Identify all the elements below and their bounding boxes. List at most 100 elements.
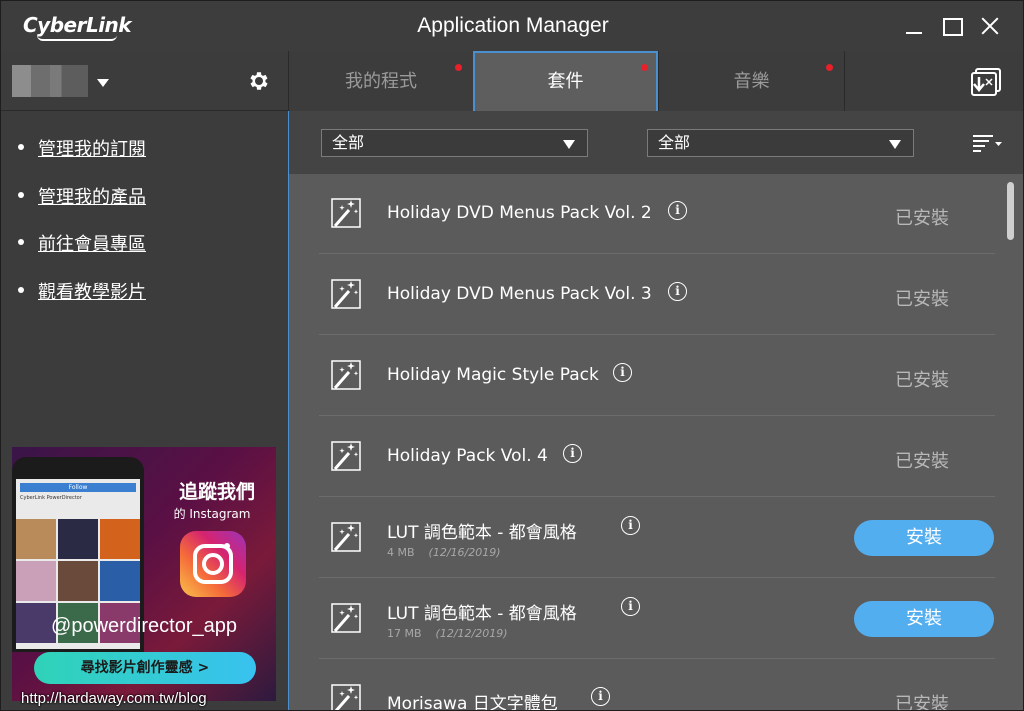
- tab-label: 音樂: [733, 71, 770, 92]
- promo-subheading: 的 Instagram: [173, 507, 251, 521]
- list-item[interactable]: Holiday DVD Menus Pack Vol. 3 i 已安裝: [319, 255, 995, 335]
- instagram-dot: [224, 543, 230, 549]
- blog-watermark: http://hardaway.com.tw/blog: [21, 690, 207, 707]
- info-icon[interactable]: i: [668, 282, 687, 301]
- magic-wand-icon: [331, 360, 361, 390]
- list-item[interactable]: Holiday DVD Menus Pack Vol. 2 i 已安裝: [319, 174, 995, 254]
- sidebar-link[interactable]: 前往會員專區: [38, 230, 146, 256]
- photo-thumb: [16, 561, 56, 601]
- vertical-scrollbar[interactable]: [1005, 174, 1017, 710]
- instagram-icon: [180, 531, 246, 597]
- info-icon[interactable]: i: [613, 363, 632, 382]
- photo-thumb: [100, 561, 140, 601]
- title-bar[interactable]: CyberLink Application Manager: [1, 1, 1023, 51]
- category-filter-select[interactable]: 全部: [321, 129, 588, 157]
- filter-bar: 全部 全部: [289, 111, 1023, 174]
- tab-packs[interactable]: 套件: [473, 51, 658, 111]
- tab-label: 我的程式: [345, 71, 417, 92]
- install-button[interactable]: 安裝: [854, 520, 994, 556]
- sidebar-menu: 管理我的訂閱 管理我的產品 前往會員專區 觀看教學影片: [18, 135, 146, 325]
- bullet-icon: [18, 191, 24, 198]
- info-icon[interactable]: i: [668, 201, 687, 220]
- sidebar-link[interactable]: 管理我的訂閱: [38, 135, 146, 161]
- promo-heading: 追蹤我們: [178, 481, 255, 503]
- installed-status: 已安裝: [895, 208, 949, 229]
- sidebar-link[interactable]: 觀看教學影片: [38, 278, 146, 304]
- chevron-down-icon: [889, 140, 901, 149]
- item-meta: 17 MB (12/12/2019): [387, 627, 508, 640]
- tab-bar: 我的程式 套件 音樂: [288, 51, 1023, 111]
- item-date: (12/12/2019): [435, 627, 508, 640]
- list-item[interactable]: LUT 調色範本 - 都會風格 i 17 MB (12/12/2019) 安裝: [319, 579, 995, 659]
- main-panel: 全部 全部 Holiday DVD Menus Pack Vol. 2 i 已安…: [288, 111, 1023, 711]
- bullet-icon: [18, 286, 24, 293]
- account-dropdown-icon[interactable]: [97, 79, 109, 87]
- installed-status: 已安裝: [895, 694, 949, 711]
- instagram-promo-banner[interactable]: Follow CyberLink PowerDirector 追蹤我們 的 In…: [12, 447, 276, 701]
- bullet-icon: [18, 239, 24, 245]
- item-name: LUT 調色範本 - 都會風格: [387, 523, 577, 543]
- notification-dot: [641, 64, 648, 71]
- sort-icon[interactable]: [971, 133, 1003, 155]
- magic-wand-icon: [331, 279, 361, 309]
- item-date: (12/16/2019): [428, 546, 501, 559]
- sidebar-item-manage-subscription[interactable]: 管理我的訂閱: [18, 135, 146, 183]
- window-title: Application Manager: [417, 14, 609, 37]
- installed-status: 已安裝: [895, 451, 949, 472]
- photo-thumb: [16, 519, 56, 559]
- sidebar-link[interactable]: 管理我的產品: [38, 183, 146, 209]
- item-name: LUT 調色範本 - 都會風格: [387, 604, 577, 624]
- gear-icon[interactable]: [247, 69, 271, 93]
- item-name: Morisawa 日文字體包: [387, 694, 558, 711]
- item-name: Holiday Pack Vol. 4: [387, 446, 548, 466]
- sidebar-item-manage-products[interactable]: 管理我的產品: [18, 183, 146, 231]
- magic-wand-icon: [331, 684, 361, 710]
- sidebar-item-tutorials[interactable]: 觀看教學影片: [18, 278, 146, 326]
- item-size: 17 MB: [387, 627, 422, 640]
- list-item[interactable]: Holiday Magic Style Pack i 已安裝: [319, 336, 995, 416]
- photo-thumb: [100, 519, 140, 559]
- sidebar-item-member-zone[interactable]: 前往會員專區: [18, 230, 146, 278]
- install-button[interactable]: 安裝: [854, 601, 994, 637]
- list-item[interactable]: LUT 調色範本 - 都會風格 i 4 MB (12/16/2019) 安裝: [319, 498, 995, 578]
- item-size: 4 MB: [387, 546, 415, 559]
- installed-status: 已安裝: [895, 289, 949, 310]
- account-bar: [1, 51, 288, 111]
- notification-dot: [826, 64, 833, 71]
- minimize-icon[interactable]: [901, 13, 927, 39]
- info-icon[interactable]: i: [621, 516, 640, 535]
- item-name: Holiday Magic Style Pack: [387, 365, 599, 385]
- scrollbar-thumb[interactable]: [1007, 182, 1014, 240]
- item-meta: 4 MB (12/16/2019): [387, 546, 501, 559]
- item-name: Holiday DVD Menus Pack Vol. 3: [387, 284, 652, 304]
- list-item[interactable]: Holiday Pack Vol. 4 i 已安裝: [319, 417, 995, 497]
- application-window: CyberLink Application Manager 管理我的訂閱 管理我…: [0, 0, 1024, 711]
- maximize-icon[interactable]: [939, 13, 965, 39]
- promo-cta-button[interactable]: 尋找影片創作靈感 >: [34, 652, 256, 684]
- close-icon[interactable]: [977, 13, 1003, 39]
- download-updates-icon[interactable]: [966, 67, 1002, 99]
- phone-follow-button: Follow: [20, 483, 136, 492]
- info-icon[interactable]: i: [563, 444, 582, 463]
- tab-music[interactable]: 音樂: [658, 51, 844, 111]
- info-icon[interactable]: i: [591, 687, 610, 706]
- sidebar: 管理我的訂閱 管理我的產品 前往會員專區 觀看教學影片 Follow Cyber…: [1, 51, 288, 710]
- chevron-down-icon: [563, 140, 575, 149]
- list-item[interactable]: Morisawa 日文字體包 i 已安裝: [319, 660, 995, 711]
- promo-handle: @powerdirector_app: [51, 615, 237, 637]
- magic-wand-icon: [331, 603, 361, 633]
- info-icon[interactable]: i: [621, 597, 640, 616]
- type-filter-select[interactable]: 全部: [647, 129, 914, 157]
- select-value: 全部: [658, 133, 691, 152]
- installed-status: 已安裝: [895, 370, 949, 391]
- photo-thumb: [58, 519, 98, 559]
- phone-brand-text: CyberLink PowerDirector: [20, 495, 82, 501]
- photo-thumb: [58, 561, 98, 601]
- magic-wand-icon: [331, 198, 361, 228]
- tab-my-programs[interactable]: 我的程式: [288, 51, 473, 111]
- account-avatar-blurred[interactable]: [12, 65, 88, 97]
- notification-dot: [455, 64, 462, 71]
- select-value: 全部: [332, 133, 365, 152]
- magic-wand-icon: [331, 522, 361, 552]
- bullet-icon: [18, 144, 24, 150]
